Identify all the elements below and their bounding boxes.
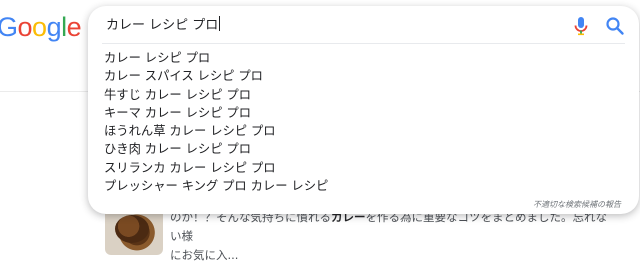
result-snippet: のか！？そんな気持ちに慣れるカレーを作る為に重要なコツをまとめました。忘れない様… — [170, 208, 610, 265]
curry-bowl-image — [115, 215, 149, 243]
suggestion-item[interactable]: カレー スパイス レシピ プロ — [104, 67, 328, 85]
microphone-icon[interactable] — [572, 15, 590, 37]
snippet-line-2: にお気に入... — [170, 248, 239, 262]
suggestion-item[interactable]: キーマ カレー レシピ プロ — [104, 104, 328, 122]
text-cursor — [219, 16, 221, 31]
suggestion-item[interactable]: スリランカ カレー レシピ プロ — [104, 159, 328, 177]
search-box[interactable]: カレー レシピ プロ カレー レシピ プロ カレー スパイス レシピ プロ 牛す… — [88, 6, 639, 214]
suggestion-item[interactable]: プレッシャー キング プロ カレー レシピ — [104, 177, 328, 195]
search-query-text: カレー レシピ プロ — [106, 18, 219, 33]
report-inappropriate-link[interactable]: 不適切な検索候補の報告 — [533, 199, 621, 210]
logo-letter: o — [17, 12, 33, 42]
suggestion-list: カレー レシピ プロ カレー スパイス レシピ プロ 牛すじ カレー レシピ プ… — [104, 49, 328, 195]
search-icon[interactable] — [604, 15, 626, 37]
google-logo[interactable]: Google — [0, 12, 82, 42]
suggestion-item[interactable]: 牛すじ カレー レシピ プロ — [104, 86, 328, 104]
suggestion-item[interactable]: ほうれん草 カレー レシピ プロ — [104, 122, 328, 140]
logo-letter: e — [66, 12, 82, 42]
logo-letter-g-partial: G — [0, 12, 18, 42]
suggestion-item[interactable]: ひき肉 カレー レシピ プロ — [104, 140, 328, 158]
logo-letter: g — [46, 12, 62, 42]
suggestion-item[interactable]: カレー レシピ プロ — [104, 49, 328, 67]
logo-letter: o — [32, 12, 47, 42]
search-input[interactable]: カレー レシピ プロ — [106, 16, 221, 36]
suggestion-divider — [102, 43, 625, 44]
